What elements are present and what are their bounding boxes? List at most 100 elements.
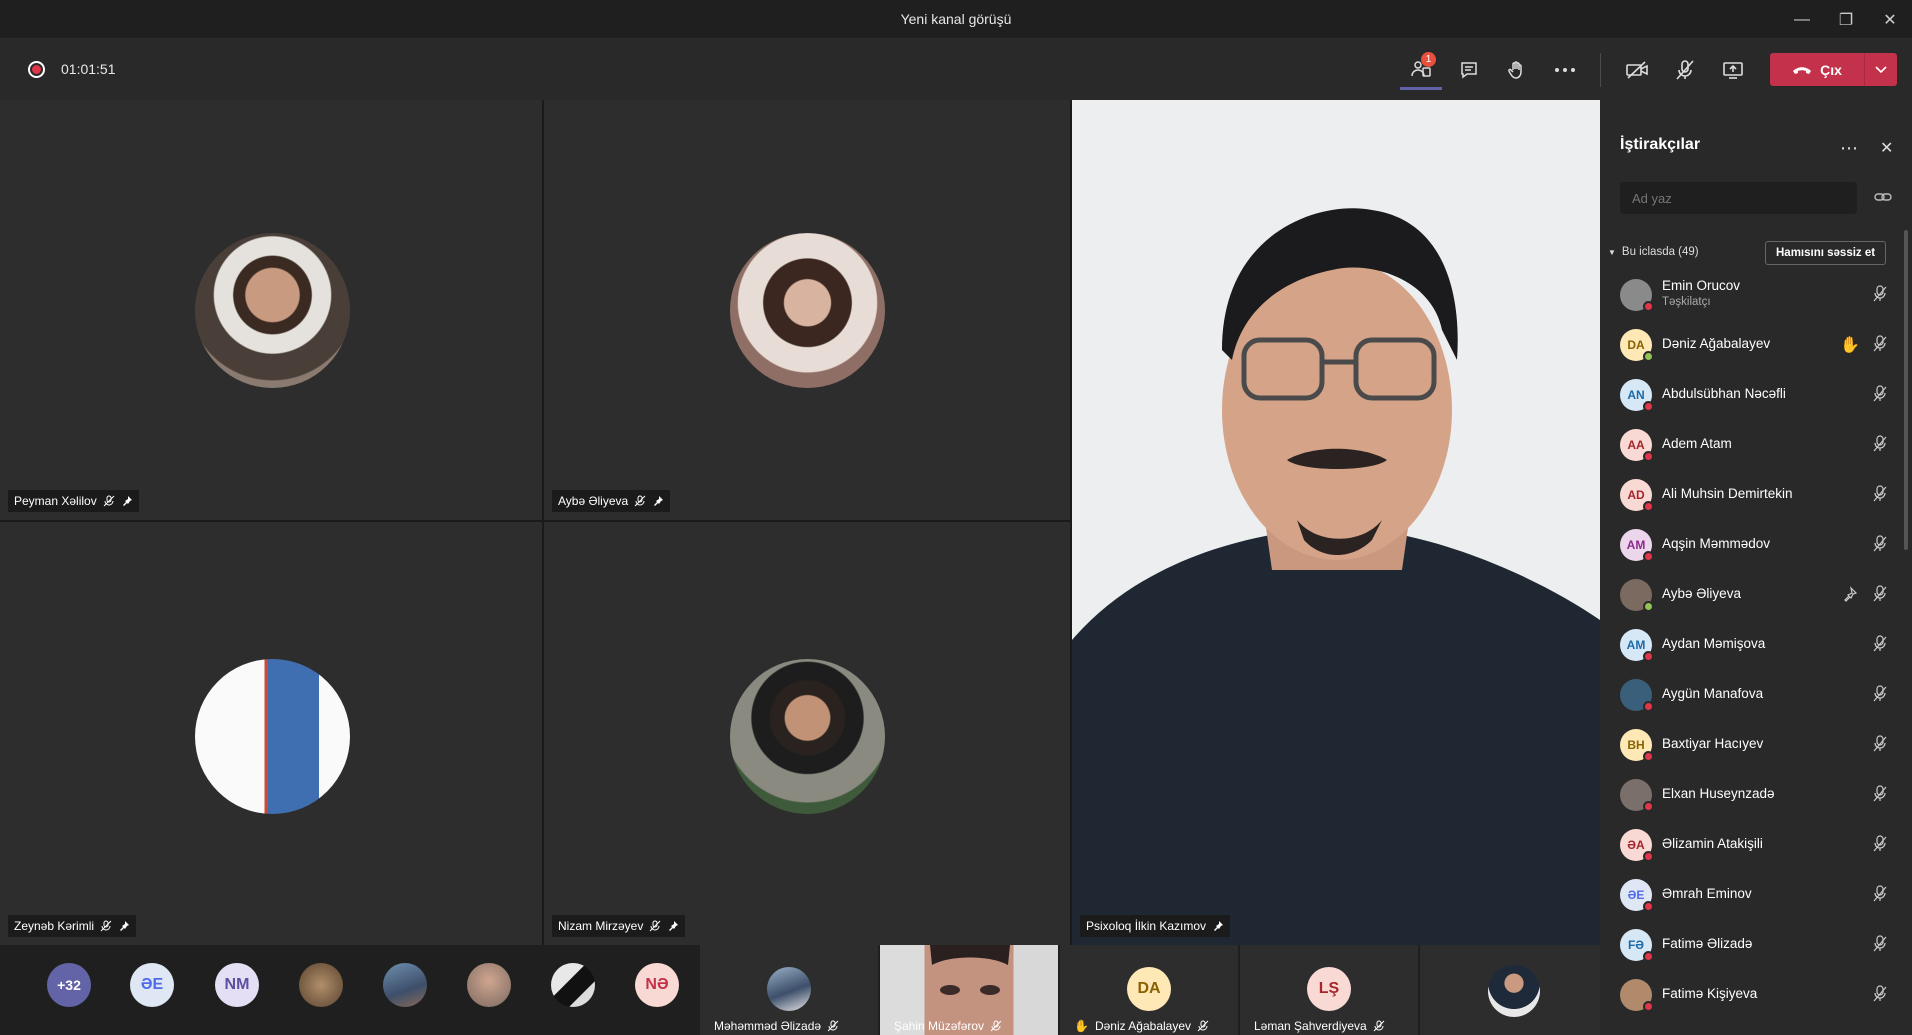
participant-avatar[interactable]: NM <box>215 963 259 1007</box>
participant-row[interactable]: Emin Orucov Təşkilatçı <box>1600 270 1902 320</box>
more-actions-button[interactable] <box>1544 50 1586 90</box>
participant-row[interactable]: AM Aydan Məmişova <box>1600 620 1902 670</box>
participant-row[interactable]: AD Ali Muhsin Demirtekin <box>1600 470 1902 520</box>
chat-button[interactable] <box>1448 50 1490 90</box>
mic-toggle-button[interactable] <box>1664 50 1706 90</box>
mic-off-icon[interactable] <box>1872 635 1888 653</box>
mic-off-icon <box>990 1020 1002 1032</box>
show-participants-button[interactable]: 1 <box>1400 50 1442 90</box>
camera-off-icon <box>1626 61 1648 79</box>
avatar: AA <box>1620 429 1654 462</box>
toolbar-divider <box>1600 53 1601 87</box>
participant-row[interactable]: DA Dəniz Ağabalayev ✋ <box>1600 320 1902 370</box>
overflow-participants-button[interactable]: +32 <box>47 963 91 1007</box>
mic-off-icon[interactable] <box>1872 485 1888 503</box>
strip-name-tag: Məhəmməd Əlizadə <box>714 1019 839 1033</box>
participant-row[interactable]: BH Baxtiyar Hacıyev <box>1600 720 1902 770</box>
participants-badge: 1 <box>1421 52 1436 67</box>
share-screen-icon <box>1723 62 1743 79</box>
section-header[interactable]: ▼ Bu iclasda (49) <box>1608 246 1699 258</box>
video-stage: Peyman Xəlilov Aybə Əliyeva Zeynəb Kərim… <box>0 100 1600 945</box>
mic-off-icon[interactable] <box>1872 785 1888 803</box>
name-tag: Aybə Əliyeva <box>552 490 671 512</box>
more-icon <box>1555 68 1575 72</box>
mic-off-icon[interactable] <box>1872 835 1888 853</box>
mic-off-icon[interactable] <box>1872 535 1888 553</box>
leave-main[interactable]: Çıx <box>1770 53 1865 86</box>
video-tile[interactable]: Zeynəb Kərimli <box>0 522 542 945</box>
share-screen-button[interactable] <box>1712 50 1754 90</box>
presence-indicator <box>1643 951 1654 962</box>
participant-avatar[interactable] <box>551 963 595 1007</box>
participant-avatar[interactable] <box>467 963 511 1007</box>
participant-row[interactable]: Aybə Əliyeva <box>1600 570 1902 620</box>
participant-row[interactable]: Aygün Manafova <box>1600 670 1902 720</box>
avatar: AM <box>1620 529 1654 562</box>
participant-name: Dəniz Ağabalayev <box>1662 336 1771 351</box>
mic-off-icon[interactable] <box>1872 685 1888 703</box>
panel-more-icon[interactable]: ⋯ <box>1840 138 1858 159</box>
search-input[interactable] <box>1620 182 1857 214</box>
strip-video-tile[interactable]: Şahin Müzəfərov <box>880 945 1058 1035</box>
presence-indicator <box>1643 451 1654 462</box>
window-title: Yeni kanal görüşü <box>900 11 1012 27</box>
strip-video-tile[interactable]: DA ✋ Dəniz Ağabalayev <box>1060 945 1238 1035</box>
strip-video-tile[interactable]: LŞ Ləman Şahverdiyeva <box>1240 945 1418 1035</box>
participant-row[interactable]: Elxan Huseynzadə <box>1600 770 1902 820</box>
participant-avatar[interactable] <box>383 963 427 1007</box>
participant-name: Zeynəb Kərimli <box>14 919 95 933</box>
participants-panel: İştirakçılar ⋯ ✕ ▼ Bu iclasda (49) Hamıs… <box>1600 100 1912 1035</box>
leave-options-button[interactable] <box>1865 65 1897 74</box>
participant-name: Aydan Məmişova <box>1662 636 1766 651</box>
avatar: AN <box>1620 379 1654 412</box>
participant-strip: +32 ƏE NM NƏ Məhəmməd Əlizadə Şahin Müzə… <box>0 945 1600 1035</box>
participant-row[interactable]: ƏE Əmrah Eminov <box>1600 870 1902 920</box>
participant-row[interactable]: AN Abdulsübhan Nəcəfli <box>1600 370 1902 420</box>
participant-row[interactable]: AM Aqşin Məmmədov <box>1600 520 1902 570</box>
raise-hand-button[interactable] <box>1496 50 1538 90</box>
mic-off-icon[interactable] <box>1872 935 1888 953</box>
camera-toggle-button[interactable] <box>1616 50 1658 90</box>
mic-off-icon[interactable] <box>1872 585 1888 603</box>
scrollbar[interactable] <box>1904 230 1908 550</box>
participant-name: Emin Orucov <box>1662 278 1741 293</box>
participant-row[interactable]: ƏA Əlizamin Atakişili <box>1600 820 1902 870</box>
avatar: FƏ <box>1620 929 1654 962</box>
minimize-icon[interactable]: — <box>1780 0 1824 39</box>
participant-avatar[interactable]: ƏE <box>130 963 174 1007</box>
mic-off-icon[interactable] <box>1872 335 1888 353</box>
avatar: BH <box>1620 729 1654 762</box>
avatar: AM <box>1620 629 1654 662</box>
mic-off-icon[interactable] <box>1872 735 1888 753</box>
pin-icon <box>1214 921 1224 931</box>
participant-name: Fatimə Kişiyeva <box>1662 986 1758 1001</box>
close-icon[interactable]: ✕ <box>1880 138 1893 158</box>
strip-video-tile[interactable] <box>1420 945 1600 1035</box>
strip-video-tile[interactable]: Məhəmməd Əlizadə <box>700 945 878 1035</box>
mic-off-icon[interactable] <box>1872 985 1888 1003</box>
participant-photo <box>1488 965 1540 1017</box>
strip-name-tag: Şahin Müzəfərov <box>894 1019 1002 1033</box>
participant-avatar[interactable]: NƏ <box>635 963 679 1007</box>
video-tile[interactable]: Nizam Mirzəyev <box>544 522 1070 945</box>
mic-off-icon[interactable] <box>1872 435 1888 453</box>
pin-icon[interactable] <box>1842 586 1858 602</box>
participant-role: Təşkilatçı <box>1662 296 1711 308</box>
participant-photo <box>730 233 885 388</box>
close-icon[interactable]: ✕ <box>1868 0 1912 39</box>
mic-off-icon[interactable] <box>1872 285 1888 303</box>
mute-all-button[interactable]: Hamısını səssiz et <box>1765 241 1887 265</box>
video-tile[interactable]: Peyman Xəlilov <box>0 100 542 520</box>
link-icon[interactable] <box>1874 190 1892 204</box>
restore-icon[interactable]: ❐ <box>1824 0 1868 39</box>
participant-row[interactable]: Fatimə Kişiyeva <box>1600 970 1902 1020</box>
participant-row[interactable]: FƏ Fatimə Əlizadə <box>1600 920 1902 970</box>
participant-row[interactable]: AA Adem Atam <box>1600 420 1902 470</box>
mic-off-icon[interactable] <box>1872 385 1888 403</box>
leave-button[interactable]: Çıx <box>1770 53 1897 86</box>
video-tile[interactable]: Aybə Əliyeva <box>544 100 1070 520</box>
participant-avatar[interactable] <box>299 963 343 1007</box>
active-speaker-video[interactable]: Psixoloq İlkin Kazımov <box>1072 100 1600 945</box>
mic-off-icon[interactable] <box>1872 885 1888 903</box>
presence-indicator <box>1643 851 1654 862</box>
